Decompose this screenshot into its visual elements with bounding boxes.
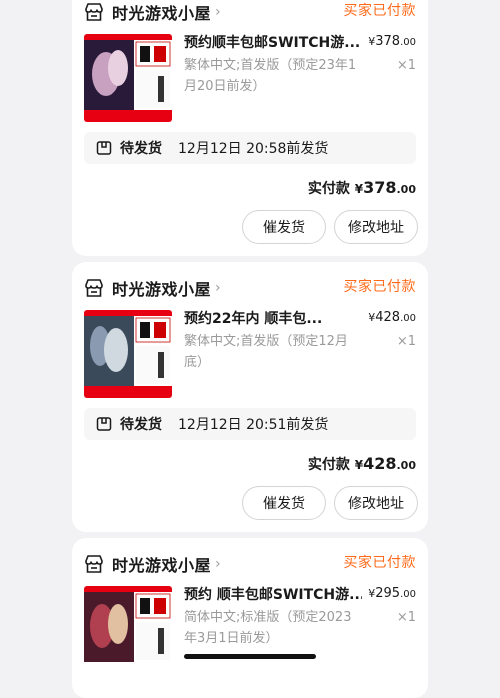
shop-name: 时光游戏小屋 — [112, 280, 212, 299]
order-card[interactable]: 时光游戏小屋 › 买家已付款 预约 顺丰包邮SWITCH游... 简体中文;标准… — [72, 538, 428, 698]
unit-price: ¥295.00 — [368, 586, 416, 601]
product-title[interactable]: 预约 顺丰包邮SWITCH游... — [184, 584, 362, 604]
shop-name: 时光游戏小屋 — [112, 556, 212, 575]
paid-amount: 实付款 ¥378.00 — [307, 178, 416, 197]
unit-price: ¥378.00 — [368, 34, 416, 49]
chevron-right-icon: › — [215, 556, 221, 572]
unit-price: ¥428.00 — [368, 310, 416, 325]
product-image[interactable] — [84, 310, 172, 398]
shipping-deadline: 12月12日 20:58前发货 — [178, 141, 329, 157]
package-icon — [96, 416, 112, 432]
shop-link[interactable]: 时光游戏小屋 › — [84, 0, 221, 24]
chevron-right-icon: › — [215, 280, 221, 296]
chevron-right-icon: › — [215, 4, 221, 20]
shipping-status: 待发货 — [120, 141, 162, 157]
shipping-info: 待发货 12月12日 20:51前发货 — [84, 408, 416, 440]
order-card[interactable]: 时光游戏小屋 › 买家已付款 预约22年内 顺丰包... 繁体中文;首发版（预定… — [72, 262, 428, 532]
order-status: 买家已付款 — [343, 3, 416, 19]
paid-amount: 实付款 ¥428.00 — [307, 454, 416, 473]
product-image[interactable] — [84, 34, 172, 122]
store-icon — [84, 554, 104, 574]
home-indicator[interactable] — [184, 654, 316, 659]
package-icon — [96, 140, 112, 156]
quantity: ×1 — [396, 610, 416, 625]
product-title[interactable]: 预约顺丰包邮SWITCH游... — [184, 32, 362, 52]
shop-name: 时光游戏小屋 — [112, 4, 212, 23]
product-title[interactable]: 预约22年内 顺丰包... — [184, 308, 362, 328]
change-address-button[interactable]: 修改地址 — [334, 486, 418, 520]
product-variant: 简体中文;标准版（预定2023年3月1日前发） — [184, 610, 352, 646]
store-icon — [84, 2, 104, 22]
urge-shipping-button[interactable]: 催发货 — [242, 210, 326, 244]
product-image[interactable] — [84, 586, 172, 674]
order-status: 买家已付款 — [343, 555, 416, 571]
order-card[interactable]: 时光游戏小屋 › 买家已付款 预约顺丰包邮SWITCH游... 繁体中文;首发版… — [72, 0, 428, 256]
shop-link[interactable]: 时光游戏小屋 › — [84, 552, 221, 576]
quantity: ×1 — [396, 58, 416, 73]
shipping-deadline: 12月12日 20:51前发货 — [178, 417, 329, 433]
order-status: 买家已付款 — [343, 279, 416, 295]
shipping-info: 待发货 12月12日 20:58前发货 — [84, 132, 416, 164]
product-variant: 繁体中文;首发版（预定23年1月20日前发） — [184, 58, 357, 94]
urge-shipping-button[interactable]: 催发货 — [242, 486, 326, 520]
store-icon — [84, 278, 104, 298]
shipping-status: 待发货 — [120, 417, 162, 433]
quantity: ×1 — [396, 334, 416, 349]
product-variant: 繁体中文;首发版（预定12月底） — [184, 334, 348, 370]
change-address-button[interactable]: 修改地址 — [334, 210, 418, 244]
shop-link[interactable]: 时光游戏小屋 › — [84, 276, 221, 300]
